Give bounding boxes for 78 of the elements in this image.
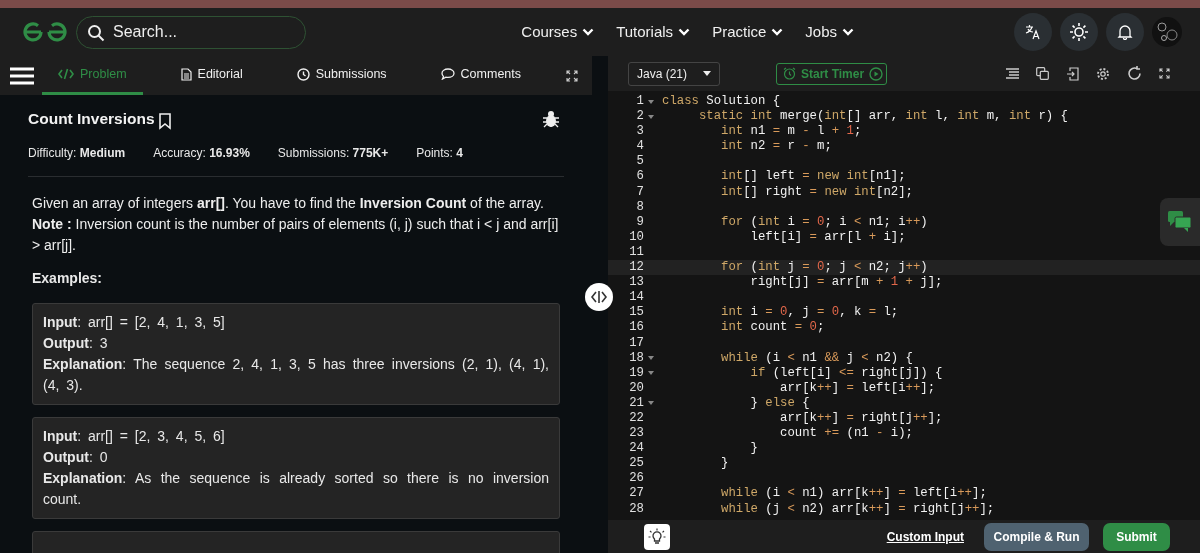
meta-label: Accuracy: 16.93% <box>153 145 250 163</box>
example-text: Output: 3 <box>43 334 109 354</box>
code-line: left[i] = arr[l + i]; <box>749 229 906 245</box>
line-number: 20 <box>628 380 645 396</box>
line-number: 27 <box>628 486 645 502</box>
example-text: Input: arr[] = [2, 4, 1, 3, 5] <box>43 313 226 333</box>
code-line: arr[k++] = right[j++]; <box>779 410 943 427</box>
line-number: 7 <box>635 184 645 200</box>
line-number: 18 <box>628 350 645 366</box>
line-number: 14 <box>628 290 645 306</box>
line-number: 11 <box>628 244 645 261</box>
nav-link[interactable]: Jobs <box>805 20 854 44</box>
tab[interactable]: Submissions <box>280 56 403 95</box>
code-line: for (int i = 0; i < n1; i++) <box>720 214 928 230</box>
tab[interactable]: Editorial <box>164 56 259 95</box>
example-text: Output: 0 <box>43 448 109 468</box>
line-number: 15 <box>628 305 645 321</box>
description-text: Given an array of integers arr[]. You have to find the Inversion Count of the array. <box>32 194 545 214</box>
tab[interactable]: Comments <box>424 56 538 95</box>
custom-input-link[interactable]: Custom Input <box>880 526 970 547</box>
nav-link[interactable]: Tutorials <box>616 20 691 44</box>
nav-link[interactable]: Practice <box>712 20 784 44</box>
code-line: } else { <box>749 395 810 411</box>
code-line: class Solution { <box>661 94 781 110</box>
line-number: 5 <box>635 154 645 170</box>
line-number: 3 <box>635 124 645 140</box>
code-line: while (j < n2) arr[k++] = right[j++]; <box>720 501 995 517</box>
line-number: 23 <box>628 426 645 442</box>
line-number: 21 <box>628 395 645 411</box>
line-number: 25 <box>628 456 645 472</box>
compile-run-button[interactable]: Compile & Run <box>984 522 1089 551</box>
line-number: 1 <box>635 94 645 110</box>
code-line: while (i < n1) arr[k++] = left[i++]; <box>720 486 987 502</box>
code-line: while (i < n1 && j < n2) { <box>720 350 913 366</box>
code-line: static int merge(int[] arr, int l, int m, int r) { <box>697 109 1068 125</box>
line-number: 8 <box>635 199 645 215</box>
nav-link[interactable]: Courses <box>521 20 595 44</box>
line-number: 22 <box>628 410 645 427</box>
line-number: 12 <box>628 260 645 276</box>
code-line: int[] right = new int[n2]; <box>720 184 913 200</box>
line-number: 2 <box>635 109 645 125</box>
start-timer-button[interactable]: Start Timer <box>776 62 888 85</box>
line-number: 6 <box>635 169 645 185</box>
description-text: Note : Inversion count is the number of pairs of elements (i, j) such that i < j and arr[i] > arr[j]. <box>32 215 560 256</box>
code-line: if (left[i] <= right[j]) { <box>749 365 943 381</box>
line-number: 9 <box>635 214 645 230</box>
submit-button[interactable]: Submit <box>1103 522 1170 551</box>
line-number: 24 <box>628 441 645 457</box>
code-line: right[j] = arr[m + 1 + j]; <box>749 275 943 291</box>
line-number: 17 <box>628 335 645 351</box>
code-line: count += (n1 - i); <box>779 426 913 442</box>
line-number: 10 <box>628 229 645 245</box>
code-line: } <box>749 441 758 457</box>
line-number: 28 <box>628 501 645 517</box>
code-line: int i = 0, j = 0, k = l; <box>720 305 899 321</box>
example-text: Explanation: As the sequence is already sorted so there is no inversion count. <box>43 469 549 510</box>
code-line: int n1 = m - l + 1; <box>720 124 862 140</box>
language-select[interactable]: Java (21) <box>628 61 720 86</box>
example-text: Input: arr[] = [2, 3, 4, 5, 6] <box>43 427 226 447</box>
line-number: 26 <box>628 471 645 487</box>
code-line: int count = 0; <box>720 320 825 336</box>
line-number: 4 <box>635 139 645 155</box>
line-number: 19 <box>628 365 645 381</box>
meta-label: Points: 4 <box>416 145 463 163</box>
meta-label: Submissions: 775K+ <box>277 145 389 163</box>
code-line: } <box>720 456 729 472</box>
tab[interactable]: Problem <box>42 56 143 95</box>
problem-title: Count Inversions <box>28 109 155 129</box>
code-line: for (int j = 0; j < n2; j++) <box>720 260 928 276</box>
search-field[interactable]: Search... <box>76 15 306 49</box>
examples-heading: Examples: <box>32 269 104 289</box>
meta-label: Difficulty: Medium <box>28 145 126 163</box>
code-line: arr[k++] = left[i++]; <box>779 380 936 396</box>
example-text: Explanation: The sequence 2, 4, 1, 3, 5 has three inversions (2, 1), (4, 1), (4, 3). <box>43 355 549 396</box>
code-line: int n2 = r - m; <box>720 139 832 155</box>
line-number: 13 <box>628 275 645 291</box>
line-number: 16 <box>628 320 645 336</box>
code-line: int[] left = new int[n1]; <box>720 169 906 185</box>
